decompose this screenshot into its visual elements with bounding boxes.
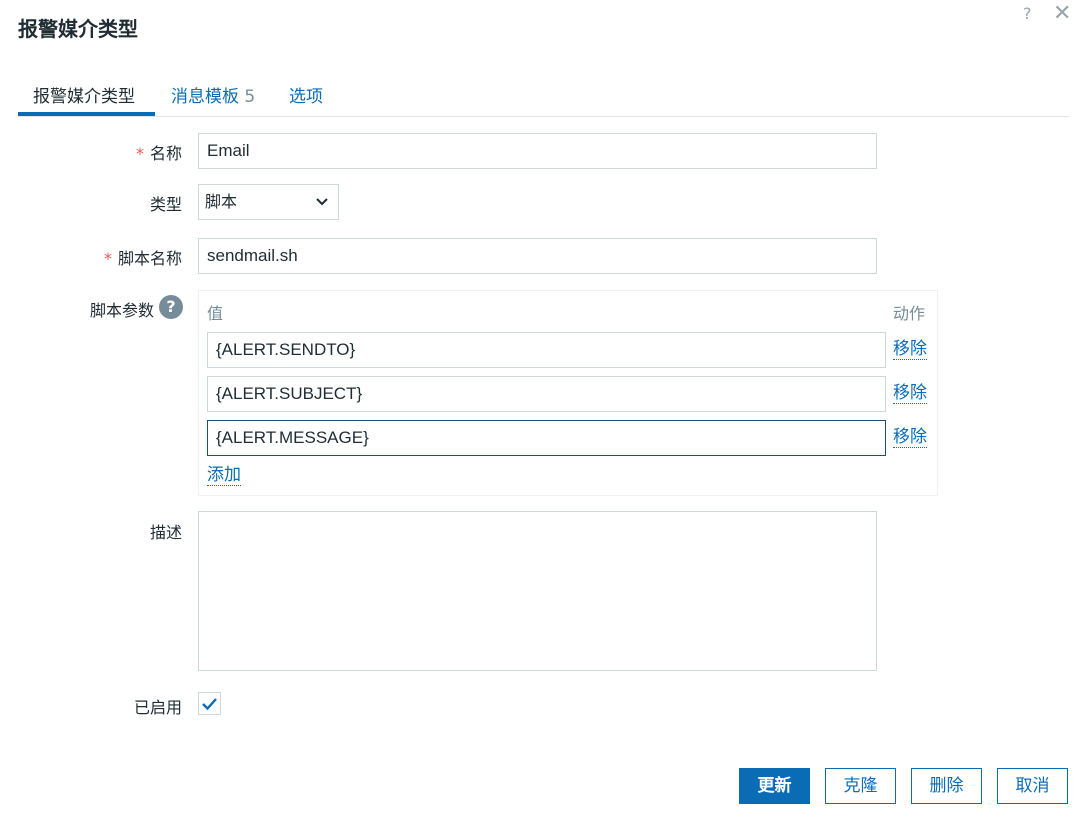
enabled-checkbox[interactable] bbox=[198, 692, 221, 715]
remove-param-link[interactable]: 移除 bbox=[893, 427, 927, 448]
type-select-value: 脚本 bbox=[205, 192, 238, 211]
remove-param-link[interactable]: 移除 bbox=[893, 339, 927, 360]
tab-message-templates-label: 消息模板 bbox=[171, 87, 239, 107]
help-icon[interactable]: ? bbox=[1023, 4, 1032, 24]
clone-button[interactable]: 克隆 bbox=[825, 768, 896, 804]
chevron-down-icon bbox=[316, 198, 328, 206]
tab-media-type[interactable]: 报警媒介类型 bbox=[33, 82, 135, 107]
script-params-label: 脚本参数 bbox=[89, 301, 154, 320]
type-select[interactable]: 脚本 bbox=[198, 184, 339, 220]
name-label: * 名称 bbox=[135, 144, 182, 163]
type-label: 类型 bbox=[149, 195, 182, 214]
cancel-button[interactable]: 取消 bbox=[997, 768, 1068, 804]
add-param-link[interactable]: 添加 bbox=[207, 465, 241, 486]
tab-count-badge: 5 bbox=[244, 87, 256, 107]
param-input[interactable]: {ALERT.SUBJECT} bbox=[207, 376, 886, 412]
param-input[interactable]: {ALERT.SENDTO} bbox=[207, 332, 886, 368]
close-icon[interactable]: ✕ bbox=[1053, 3, 1071, 25]
update-button[interactable]: 更新 bbox=[739, 768, 810, 804]
required-asterisk: * bbox=[135, 144, 144, 163]
description-label: 描述 bbox=[149, 523, 182, 542]
delete-button[interactable]: 删除 bbox=[911, 768, 982, 804]
script-name-input[interactable]: sendmail.sh bbox=[198, 238, 877, 274]
column-header-value: 值 bbox=[207, 304, 224, 323]
enabled-label: 已启用 bbox=[133, 698, 182, 717]
active-tab-indicator bbox=[18, 112, 155, 116]
tab-message-templates[interactable]: 消息模板 5 bbox=[171, 82, 255, 107]
name-input[interactable]: Email bbox=[198, 133, 877, 169]
script-params-table: 值 动作 {ALERT.SENDTO} 移除 {ALERT.SUBJECT} 移… bbox=[198, 290, 938, 496]
required-asterisk: * bbox=[103, 249, 112, 268]
media-type-dialog: 报警媒介类型 ? ✕ 报警媒介类型 消息模板 5 选项 * 名称 Email 类型… bbox=[0, 0, 1080, 819]
description-textarea[interactable] bbox=[198, 511, 877, 671]
script-name-label: * 脚本名称 bbox=[103, 249, 182, 268]
column-header-action: 动作 bbox=[893, 304, 926, 323]
tab-bar: 报警媒介类型 消息模板 5 选项 bbox=[18, 80, 1070, 117]
dialog-title: 报警媒介类型 bbox=[18, 17, 138, 41]
question-icon[interactable]: ? bbox=[159, 295, 183, 319]
checkmark-icon bbox=[202, 698, 217, 711]
tab-options[interactable]: 选项 bbox=[289, 82, 323, 107]
remove-param-link[interactable]: 移除 bbox=[893, 383, 927, 404]
param-input[interactable]: {ALERT.MESSAGE} bbox=[207, 420, 886, 456]
